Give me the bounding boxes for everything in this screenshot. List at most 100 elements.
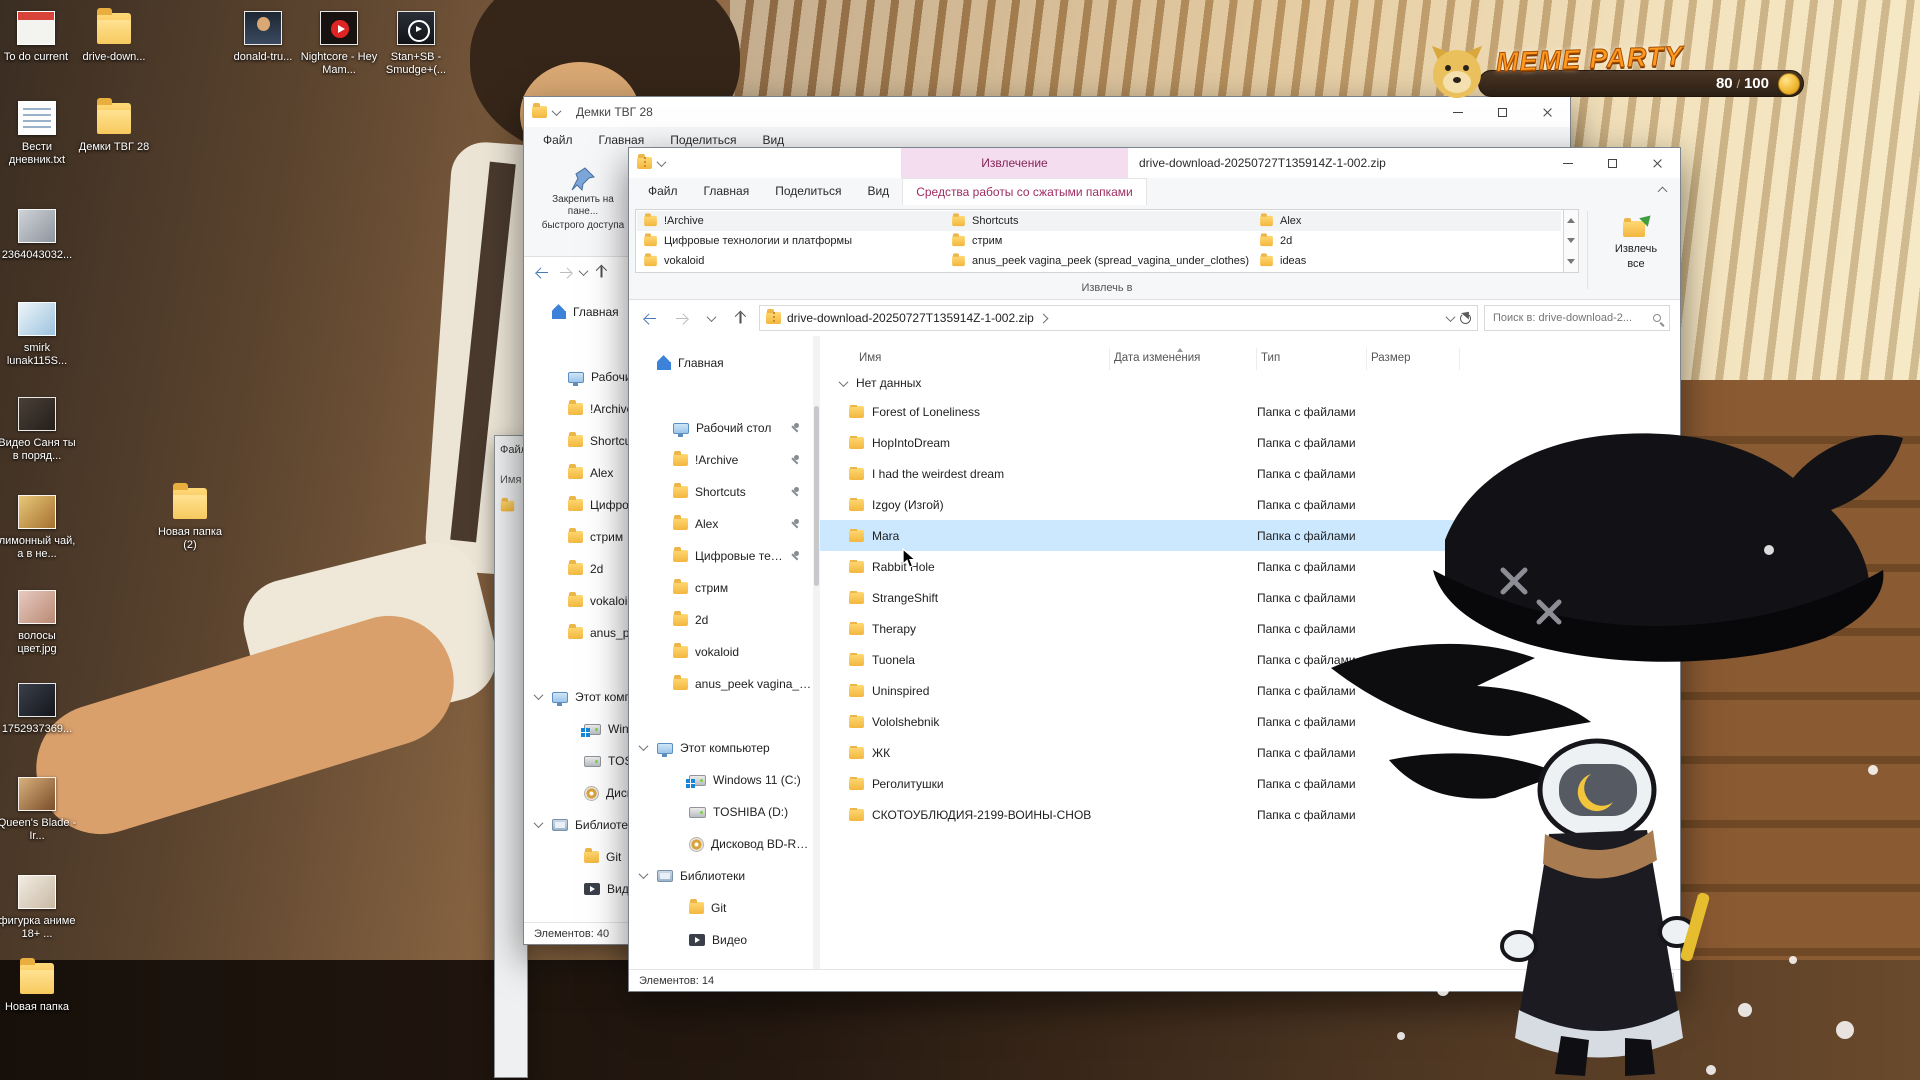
tab-file[interactable]: Файл [530, 127, 586, 154]
file-row[interactable]: РеголитушкиПапка с файлами [820, 768, 1468, 799]
sidebar-item-digital[interactable]: Цифровые технологии и платформы [629, 540, 813, 572]
desktop-icon[interactable]: 2364043032... [0, 206, 77, 262]
refresh-icon[interactable] [1460, 313, 1471, 324]
file-row[interactable]: СКОТОУБЛЮДИЯ-2199-ВОИНЫ-СНОВПапка с файл… [820, 799, 1468, 830]
back-icon[interactable] [536, 266, 550, 279]
desktop-icon[interactable]: фигурка аниме 18+ ... [0, 872, 77, 941]
forward-button[interactable] [669, 306, 693, 330]
forward-icon[interactable] [558, 266, 572, 279]
sidebar-item-alex[interactable]: Alex [629, 508, 813, 540]
extract-all-button[interactable]: Извлечь все [1595, 211, 1677, 293]
desktop-icon[interactable]: Nightcore - Hey Mam... [299, 8, 379, 77]
desktop-icon[interactable]: donald-tru... [223, 8, 303, 64]
chevron-down-icon[interactable] [657, 157, 667, 167]
destination-item[interactable]: Shortcuts [945, 211, 1253, 231]
file-row-selected[interactable]: MaraПапка с файлами [820, 520, 1468, 551]
tab-home[interactable]: Главная [691, 178, 763, 205]
file-row[interactable]: I had the weirdest dreamПапка с файлами [820, 458, 1468, 489]
file-row[interactable]: TherapyПапка с файлами [820, 613, 1468, 644]
sidebar-item-git[interactable]: Git [629, 892, 813, 924]
minimize-button[interactable] [1545, 148, 1590, 178]
desktop-icon[interactable]: drive-down... [74, 8, 154, 64]
file-row[interactable]: TuonelaПапка с файлами [820, 644, 1468, 675]
recent-locations-button[interactable] [699, 306, 723, 330]
minimize-button[interactable] [1435, 97, 1480, 127]
up-icon[interactable] [596, 265, 609, 279]
more-options-icon[interactable] [1567, 259, 1575, 264]
chevron-down-icon[interactable] [534, 690, 544, 700]
desktop-icon[interactable]: Видео Саня ты в поряд... [0, 394, 77, 463]
file-row[interactable]: Forest of LonelinessПапка с файлами [820, 396, 1468, 427]
destination-item[interactable]: стрим [945, 231, 1253, 251]
sidebar-item-desktop[interactable]: Рабочий стол [629, 412, 813, 444]
tab-file[interactable]: Файл [635, 178, 691, 205]
title-bar[interactable]: Извлечение drive-download-20250727T13591… [629, 148, 1680, 178]
pin-to-quick-access-button[interactable]: Закрепить на пане... быстрого доступа [536, 160, 630, 252]
desktop-icon[interactable]: волосы цвет.jpg [0, 587, 77, 656]
chevron-down-icon[interactable] [639, 869, 649, 879]
breadcrumb-path[interactable]: drive-download-20250727T135914Z-1-002.zi… [787, 311, 1034, 325]
sidebar-item-drive-c[interactable]: Windows 11 (C:) [629, 764, 813, 796]
destination-item[interactable]: Alex [1253, 211, 1561, 231]
sidebar-item-this-pc[interactable]: Этот компьютер [629, 732, 813, 764]
close-button[interactable] [1525, 97, 1570, 127]
chevron-down-icon[interactable] [639, 741, 649, 751]
file-row[interactable]: Izgoy (Изгой)Папка с файлами [820, 489, 1468, 520]
destination-item[interactable]: ideas [1253, 251, 1561, 271]
chevron-down-icon[interactable] [579, 266, 589, 276]
file-row[interactable]: Rabbit HoleПапка с файлами [820, 551, 1468, 582]
destination-item[interactable]: anus_peek vagina_peek (spread_vagina_und… [945, 251, 1253, 271]
desktop-icon[interactable]: 1752937369... [0, 680, 77, 736]
maximize-button[interactable] [1480, 97, 1525, 127]
column-header-name[interactable]: Имя [820, 348, 1110, 370]
close-button[interactable] [1635, 148, 1680, 178]
chevron-down-icon[interactable] [552, 106, 562, 116]
desktop-icon[interactable]: To do current [0, 8, 76, 64]
desktop-icon[interactable]: Новая папка [0, 958, 77, 1014]
gallery-scroll-arrows[interactable] [1563, 210, 1578, 272]
destination-item[interactable]: !Archive [637, 211, 945, 231]
sidebar-item-anus-peek[interactable]: anus_peek vagina_peek (spread_vagina_und… [629, 668, 813, 700]
address-dropdown-icon[interactable] [1446, 312, 1456, 322]
desktop-icon[interactable]: лимонный чай, а в не... [0, 492, 77, 561]
navigation-pane[interactable]: Главная Рабочий стол !Archive Shortcuts … [629, 336, 813, 969]
column-header-size[interactable]: Размер [1367, 348, 1460, 370]
desktop-icon[interactable]: Queen's Blade - Ir... [0, 774, 77, 843]
destination-item[interactable]: 2d [1253, 231, 1561, 251]
thumbnail-view-button[interactable] [1658, 973, 1674, 987]
up-button[interactable] [729, 306, 753, 330]
breadcrumb[interactable]: drive-download-20250727T135914Z-1-002.zi… [759, 305, 1478, 331]
tab-view[interactable]: Вид [854, 178, 902, 205]
destination-item[interactable]: vokaloid [637, 251, 945, 271]
sidebar-item-home[interactable]: Главная [629, 348, 813, 378]
extract-destination-gallery[interactable]: !Archive Shortcuts Alex Цифровые техноло… [635, 209, 1579, 273]
explorer-window-front[interactable]: Извлечение drive-download-20250727T13591… [628, 147, 1681, 992]
file-row[interactable]: ЖКПапка с файлами [820, 737, 1468, 768]
desktop-icon[interactable]: Демки ТВГ 28 [74, 98, 154, 154]
tab-compressed-folder-tools[interactable]: Средства работы со сжатыми папками [902, 178, 1147, 205]
tab-share[interactable]: Поделиться [762, 178, 854, 205]
column-header-date[interactable]: Дата изменения [1110, 348, 1257, 370]
sidebar-item-2d[interactable]: 2d [629, 604, 813, 636]
sidebar-item-archive[interactable]: !Archive [629, 444, 813, 476]
desktop-icon[interactable]: smirk lunak115S... [0, 299, 77, 368]
sidebar-item-video[interactable]: Видео [629, 924, 813, 956]
sidebar-item-shortcuts[interactable]: Shortcuts [629, 476, 813, 508]
chevron-down-icon[interactable] [534, 818, 544, 828]
back-button[interactable] [639, 306, 663, 330]
sidebar-item-vokaloid[interactable]: vokaloid [629, 636, 813, 668]
maximize-button[interactable] [1590, 148, 1635, 178]
column-header-type[interactable]: Тип [1257, 348, 1367, 370]
sidebar-item-drive-d[interactable]: TOSHIBA (D:) [629, 796, 813, 828]
sidebar-item-libraries[interactable]: Библиотеки [629, 860, 813, 892]
scroll-up-icon[interactable] [1567, 218, 1575, 223]
desktop-icon[interactable]: Stan+SB - Smudge+(... [376, 8, 456, 77]
title-bar[interactable]: Демки ТВГ 28 [524, 97, 1570, 127]
file-row[interactable]: HopIntoDreamПапка с файлами [820, 427, 1468, 458]
scrollbar-thumb[interactable] [814, 406, 819, 586]
sidebar-item-stream[interactable]: стрим [629, 572, 813, 604]
group-header[interactable]: Нет данных [820, 370, 1680, 396]
sidebar-item-drive-e[interactable]: Дисковод BD-ROM (E:) [629, 828, 813, 860]
desktop-icon[interactable]: Новая папка (2) [150, 483, 230, 552]
scroll-down-icon[interactable] [1567, 238, 1575, 243]
